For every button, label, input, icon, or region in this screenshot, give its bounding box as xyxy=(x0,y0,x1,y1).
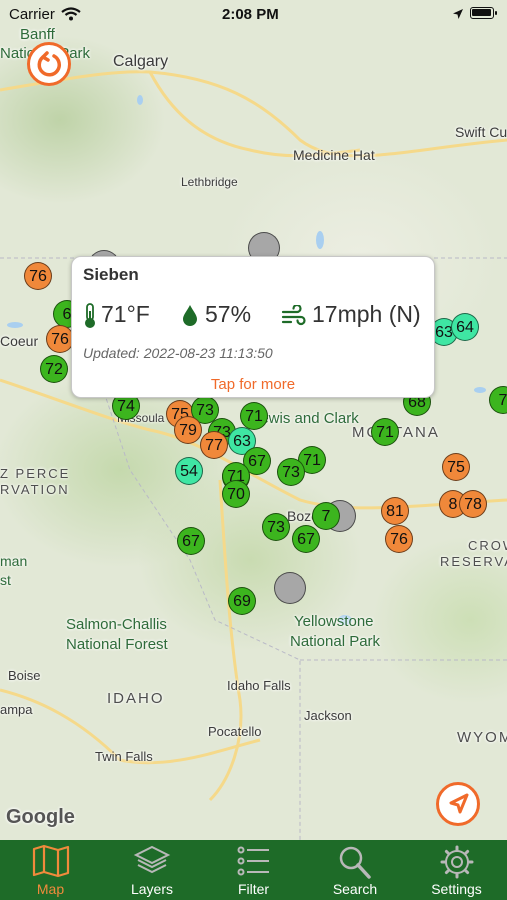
map-label-lethbridge: Lethbridge xyxy=(181,175,238,189)
station-marker[interactable]: 77 xyxy=(200,431,228,459)
refresh-icon xyxy=(37,51,61,77)
station-marker[interactable]: 54 xyxy=(175,457,203,485)
map-label-salmon-challis: Salmon-Challis xyxy=(66,616,167,633)
wifi-icon xyxy=(61,7,81,21)
carrier-label: Carrier xyxy=(9,6,55,23)
tap-for-more-link[interactable]: Tap for more xyxy=(72,376,434,393)
search-icon xyxy=(339,846,371,879)
tab-map[interactable]: Map xyxy=(0,840,101,900)
map-label-yellowstone: Yellowstone xyxy=(294,613,374,630)
tab-layers[interactable]: Layers xyxy=(101,840,203,900)
station-marker[interactable]: 76 xyxy=(385,525,413,553)
map-label-jackson: Jackson xyxy=(304,708,352,723)
map-label-twin-falls: Twin Falls xyxy=(95,749,153,764)
map-label-crow-reservation: RESERVA xyxy=(440,554,507,569)
location-arrow-icon xyxy=(449,793,469,814)
station-marker[interactable]: 73 xyxy=(277,458,305,486)
wind-icon xyxy=(281,305,306,326)
station-marker[interactable]: 72 xyxy=(40,355,68,383)
station-marker[interactable]: 7 xyxy=(312,502,340,530)
tab-label: Settings xyxy=(431,881,482,897)
station-marker[interactable]: 76 xyxy=(24,262,52,290)
map-label-pocatello: Pocatello xyxy=(208,724,262,739)
map-label-swift-current: Swift Cur xyxy=(455,124,507,140)
tab-bar: Map Layers Filter Search Settings xyxy=(0,840,507,900)
tab-label: Layers xyxy=(130,881,174,897)
google-attribution: Google xyxy=(6,806,75,828)
station-marker[interactable]: 79 xyxy=(174,416,202,444)
station-name: Sieben xyxy=(83,265,139,284)
station-marker[interactable]: 71 xyxy=(371,418,399,446)
map-icon xyxy=(32,844,69,878)
map-label-idaho: IDAHO xyxy=(107,690,165,707)
map-label-yellowstone-park: National Park xyxy=(290,633,381,650)
map-view[interactable]: Banff National Park Calgary Swift Cur Me… xyxy=(0,0,507,840)
station-marker[interactable]: 78 xyxy=(459,490,487,518)
map-label-wyoming: WYOM xyxy=(457,729,507,746)
temperature-value: 71°F xyxy=(101,301,150,327)
station-marker[interactable]: 70 xyxy=(222,480,250,508)
station-marker[interactable]: 69 xyxy=(228,587,256,615)
map-label-national-forest: National Forest xyxy=(66,636,168,653)
tab-filter[interactable]: Filter xyxy=(203,840,304,900)
updated-timestamp: Updated: 2022-08-23 11:13:50 xyxy=(83,345,273,361)
map-label-calgary: Calgary xyxy=(113,53,169,70)
station-marker[interactable]: 73 xyxy=(262,513,290,541)
status-time: 2:08 PM xyxy=(222,6,279,23)
thermometer-icon xyxy=(85,303,95,328)
tab-search[interactable]: Search xyxy=(304,840,406,900)
refresh-button[interactable] xyxy=(27,42,71,86)
status-bar: Carrier 2:08 PM xyxy=(0,0,507,30)
station-marker-no-data[interactable] xyxy=(274,572,306,604)
humidity-drop-icon xyxy=(183,305,197,326)
map-label-crow: CROW xyxy=(468,538,507,553)
map-label-boise: Boise xyxy=(8,668,41,683)
settings-icon xyxy=(440,845,473,879)
station-marker[interactable]: 81 xyxy=(381,497,409,525)
map-label-ampa: ampa xyxy=(0,702,33,717)
battery-icon xyxy=(470,7,497,19)
map-label-nez-perce: Z PERCE xyxy=(0,466,71,481)
station-marker[interactable]: 76 xyxy=(46,325,74,353)
map-label-medicine-hat: Medicine Hat xyxy=(293,147,375,163)
map-label-man: man xyxy=(0,553,28,569)
station-marker[interactable]: 67 xyxy=(292,525,320,553)
map-label-st: st xyxy=(0,572,11,588)
map-label-lewis-clark: Lewis and Clark xyxy=(252,410,359,427)
tab-label: Filter xyxy=(237,881,270,897)
wind-value: 17mph (N) xyxy=(312,301,421,327)
filter-icon xyxy=(237,846,269,876)
tab-label: Search xyxy=(332,881,378,897)
map-label-coeur: Coeur xyxy=(0,333,39,349)
tab-settings[interactable]: Settings xyxy=(406,840,507,900)
station-marker[interactable]: 71 xyxy=(240,402,268,430)
station-marker[interactable]: 67 xyxy=(177,527,205,555)
layers-icon xyxy=(133,845,171,874)
locate-me-button[interactable] xyxy=(436,782,480,826)
humidity-value: 57% xyxy=(205,301,252,327)
map-label-reservation: RVATION xyxy=(0,482,70,497)
station-marker[interactable]: 64 xyxy=(451,313,479,341)
station-marker[interactable]: 75 xyxy=(442,453,470,481)
map-label-idaho-falls: Idaho Falls xyxy=(227,678,291,693)
location-services-icon xyxy=(453,9,463,19)
tab-label: Map xyxy=(36,881,65,897)
station-popup[interactable]: Sieben 71°F 57% 17mph (N) Updated: 2022-… xyxy=(71,256,435,398)
